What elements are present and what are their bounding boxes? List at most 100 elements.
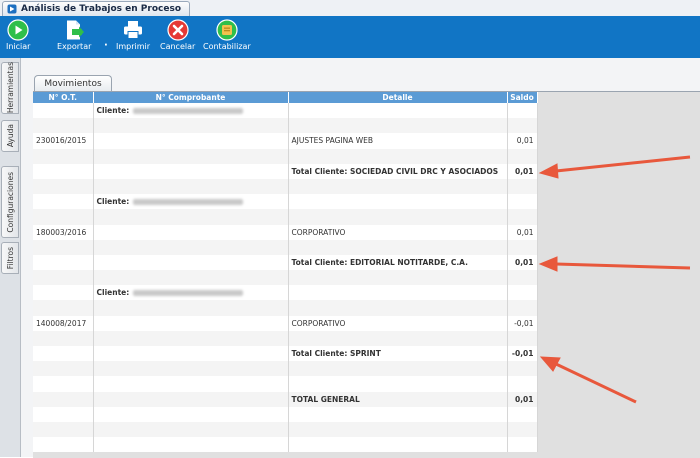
table-row[interactable] [33, 239, 538, 255]
cell-comprobante [93, 315, 289, 331]
exportar-button[interactable]: Exportar [57, 19, 91, 51]
cell-saldo-text: 0,01 [514, 394, 534, 404]
contabilizar-button[interactable]: Contabilizar [203, 19, 251, 51]
table-row[interactable]: 180003/2016 CORPORATIVO 0,01 [33, 224, 538, 240]
cell-detalle-text: Total Cliente: SPRINT [291, 349, 381, 359]
cell-detalle: CORPORATIVO [288, 315, 508, 331]
column-header-saldo[interactable]: Saldo [507, 92, 538, 103]
cell-comprobante [93, 148, 289, 164]
table-row[interactable] [33, 376, 538, 392]
table-row[interactable] [33, 148, 538, 164]
table-row[interactable] [33, 270, 538, 286]
tab-ayuda[interactable]: Ayuda [1, 120, 19, 152]
table-row[interactable] [33, 361, 538, 377]
table-row[interactable]: Total Cliente: EDITORIAL NOTITARDE, C.A.… [33, 254, 538, 271]
table-row[interactable]: TOTAL GENERAL 0,01 [33, 391, 538, 407]
cell-ot: 230016/2015 [33, 133, 94, 149]
exportar-dropdown-dot[interactable]: · [104, 40, 108, 51]
cell-saldo-text: 0,01 [514, 166, 534, 176]
redacted-client-name [133, 290, 244, 297]
cell-detalle-text: CORPORATIVO [291, 318, 346, 328]
cell-comprobante [93, 300, 289, 316]
cell-detalle [288, 285, 508, 301]
printer-icon [124, 21, 143, 39]
cell-ot [33, 346, 94, 362]
cell-detalle-text: Total Cliente: SOCIEDAD CIVIL DRC Y ASOC… [291, 166, 499, 176]
cell-comprobante [93, 178, 289, 195]
cell-detalle: Total Cliente: SOCIEDAD CIVIL DRC Y ASOC… [288, 163, 508, 179]
cell-detalle [288, 376, 508, 392]
table-row[interactable] [33, 330, 538, 346]
cell-saldo [507, 270, 538, 286]
tab-filtros[interactable]: Filtros [1, 242, 19, 274]
cell-detalle [288, 103, 508, 119]
table-row[interactable]: Cliente: [33, 285, 538, 301]
cell-comprobante-text: Cliente: [96, 288, 130, 298]
table-row[interactable] [33, 421, 538, 438]
cell-detalle [288, 209, 508, 225]
cell-detalle: TOTAL GENERAL [288, 391, 508, 407]
cell-comprobante [93, 118, 289, 134]
cell-ot [33, 421, 94, 438]
window-tab[interactable]: Análisis de Trabajos en Proceso [2, 1, 191, 16]
table-row[interactable]: Cliente: [33, 194, 538, 210]
imprimir-button[interactable]: Imprimir [116, 19, 150, 51]
table-row[interactable] [33, 437, 538, 453]
tab-herramientas[interactable]: Herramientas [1, 62, 19, 114]
cell-comprobante [93, 376, 289, 392]
cell-ot-text: 230016/2015 [36, 136, 87, 146]
table-row[interactable]: 140008/2017 CORPORATIVO -0,01 [33, 315, 538, 331]
table-row[interactable]: Cliente: [33, 103, 538, 119]
cell-saldo [507, 361, 538, 377]
cell-saldo: 0,01 [507, 163, 538, 179]
cell-saldo [507, 421, 538, 438]
cell-detalle [288, 437, 508, 453]
table-row[interactable] [33, 209, 538, 225]
cell-ot [33, 254, 94, 271]
table-row[interactable] [33, 300, 538, 316]
export-document-icon [67, 20, 85, 40]
cell-saldo [507, 376, 538, 392]
movimientos-grid: N° O.T. N° Comprobante Detalle Saldo Cli… [33, 92, 538, 453]
tab-movimientos[interactable]: Movimientos [34, 75, 112, 91]
cell-saldo-text: 0,01 [514, 257, 534, 267]
cell-saldo-text: 0,01 [516, 136, 534, 146]
table-row[interactable] [33, 118, 538, 134]
table-row[interactable] [33, 178, 538, 195]
main-area: Movimientos N° O.T. N° Comprobante Detal… [21, 58, 700, 458]
cell-ot [33, 178, 94, 195]
cell-detalle [288, 330, 508, 346]
cell-comprobante: Cliente: [93, 285, 289, 301]
cell-ot-text: 180003/2016 [36, 227, 87, 237]
column-header-ot[interactable]: N° O.T. [33, 92, 94, 103]
cell-comprobante [93, 133, 289, 149]
cell-comprobante [93, 330, 289, 346]
iniciar-button[interactable]: Iniciar [6, 19, 30, 51]
table-row[interactable]: Total Cliente: SPRINT -0,01 [33, 346, 538, 362]
column-header-detalle[interactable]: Detalle [288, 92, 508, 103]
cell-saldo [507, 118, 538, 134]
cell-detalle: Total Cliente: EDITORIAL NOTITARDE, C.A. [288, 254, 508, 271]
cell-detalle [288, 361, 508, 377]
movimientos-panel: N° O.T. N° Comprobante Detalle Saldo Cli… [33, 91, 700, 458]
cell-detalle [288, 406, 508, 422]
cancelar-button[interactable]: Cancelar [160, 19, 195, 51]
table-row[interactable]: 230016/2015 AJUSTES PAGINA WEB 0,01 [33, 133, 538, 149]
cell-ot [33, 270, 94, 286]
tab-movimientos-label: Movimientos [44, 78, 102, 89]
cell-detalle [288, 118, 508, 134]
cell-ot [33, 376, 94, 392]
window-title: Análisis de Trabajos en Proceso [21, 4, 182, 14]
cell-comprobante [93, 391, 289, 407]
tab-configuraciones[interactable]: Configuraciones [1, 166, 19, 238]
table-row[interactable] [33, 406, 538, 422]
cell-ot [33, 148, 94, 164]
cell-detalle [288, 239, 508, 255]
cell-saldo-text: -0,01 [511, 349, 534, 359]
cell-ot [33, 163, 94, 179]
column-header-comprobante[interactable]: N° Comprobante [93, 92, 289, 103]
cell-saldo-text: 0,01 [516, 227, 534, 237]
redacted-client-name [133, 108, 244, 115]
table-row[interactable]: Total Cliente: SOCIEDAD CIVIL DRC Y ASOC… [33, 163, 538, 179]
redacted-client-name [133, 199, 244, 206]
